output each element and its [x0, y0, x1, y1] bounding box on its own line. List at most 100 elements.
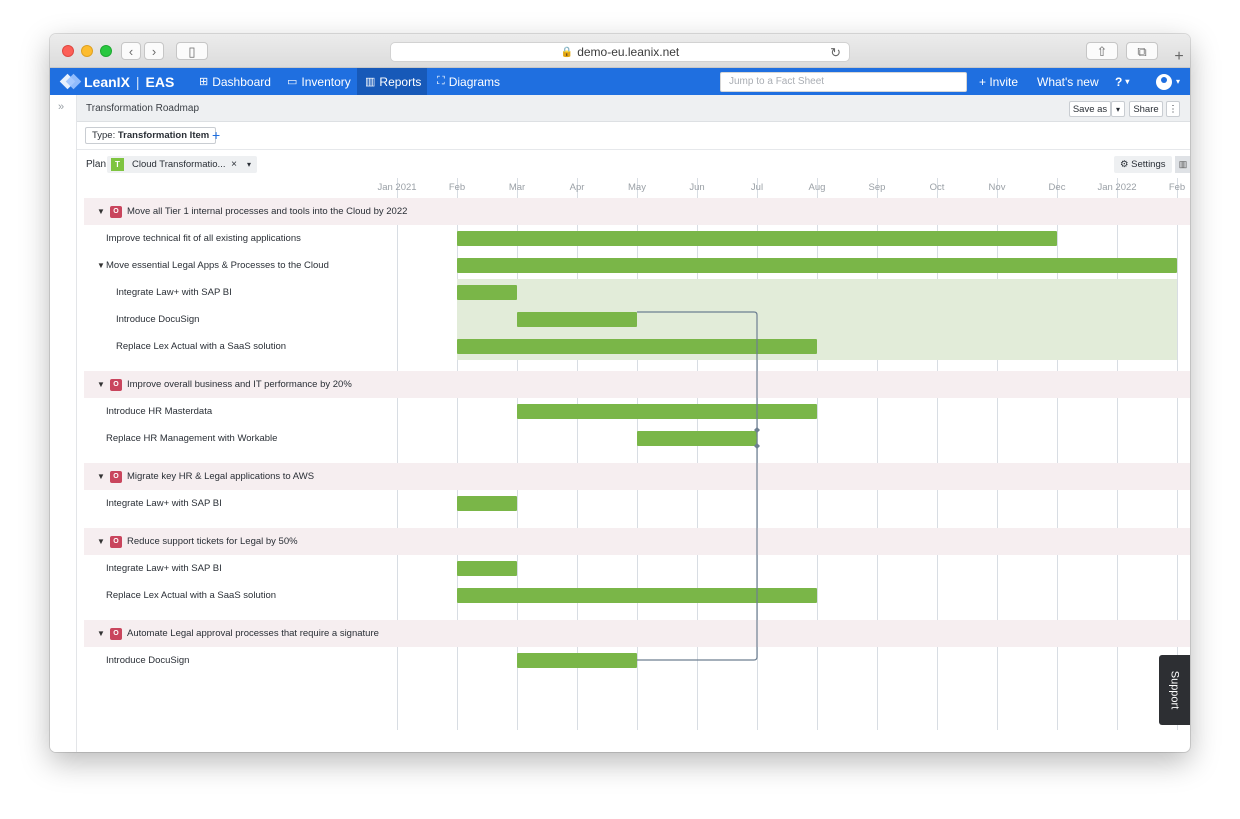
- chart-view-icon[interactable]: ▥: [1175, 156, 1190, 173]
- objective-row[interactable]: ▼ O Migrate key HR & Legal applications to…: [84, 463, 1190, 490]
- clear-plan-icon[interactable]: ×: [231, 156, 237, 173]
- objective-row[interactable]: ▼ O Automate Legal approval processes that…: [84, 620, 1190, 647]
- zoom-window-button[interactable]: [100, 45, 112, 57]
- objective-row[interactable]: ▼ O Improve overall business and IT perfor…: [84, 371, 1190, 398]
- objective-label[interactable]: Migrate key HR & Legal applications to A…: [127, 463, 314, 490]
- item-label[interactable]: Integrate Law+ with SAP BI: [106, 555, 222, 582]
- chevron-down-icon: ▾: [1176, 77, 1181, 86]
- objective-label[interactable]: Improve overall business and IT performa…: [127, 371, 352, 398]
- objective-badge: O: [110, 536, 122, 548]
- save-as-button[interactable]: Save as: [1069, 101, 1111, 117]
- month-label: May: [628, 182, 646, 193]
- roadmap-bar[interactable]: [457, 231, 1057, 246]
- roadmap-bar[interactable]: [457, 285, 517, 300]
- item-label[interactable]: Introduce DocuSign: [106, 647, 189, 674]
- month-label: Jan 2021: [377, 182, 417, 193]
- roadmap-gantt: Jan 2021 Feb Mar Apr May Jun Jul Aug Sep Oct Nov De…: [84, 178, 1190, 730]
- nav-diagrams[interactable]: ⛶ Diagrams: [429, 68, 508, 95]
- objective-badge: O: [110, 379, 122, 391]
- nav-reports[interactable]: ▥ Reports: [357, 68, 427, 95]
- item-label[interactable]: Introduce HR Masterdata: [106, 398, 212, 425]
- page-title: Transformation Roadmap: [86, 103, 200, 114]
- more-options-icon[interactable]: ⋮: [1166, 101, 1180, 117]
- item-label[interactable]: Improve technical fit of all existing ap…: [106, 225, 301, 252]
- jump-to-factsheet-input[interactable]: Jump to a Fact Sheet: [720, 72, 967, 92]
- report-header: Transformation Roadmap Save as ▾ Share ⋮: [77, 95, 1190, 122]
- expand-sidebar-icon[interactable]: »: [58, 101, 64, 113]
- item-label[interactable]: Replace Lex Actual with a SaaS solution: [116, 333, 286, 360]
- sidebar-toggle-icon[interactable]: ▯: [176, 42, 208, 60]
- collapse-chevron-icon[interactable]: ▼: [97, 371, 105, 398]
- nav-inventory[interactable]: ▭ Inventory: [279, 68, 359, 95]
- roadmap-bar[interactable]: [637, 431, 757, 446]
- tabs-overview-icon[interactable]: ⧉: [1126, 42, 1158, 60]
- new-tab-icon[interactable]: +: [1168, 46, 1190, 68]
- grid-icon: ⊞: [199, 76, 209, 88]
- roadmap-bar[interactable]: [517, 653, 637, 668]
- save-options-chevron-icon[interactable]: ▾: [1111, 101, 1125, 117]
- app-navbar: LeanIX | EAS ⊞ Dashboard ▭ Inventory ▥ R…: [50, 68, 1190, 95]
- month-label: Jan 2022: [1097, 182, 1137, 193]
- collapse-chevron-icon[interactable]: ▼: [97, 198, 105, 225]
- item-label[interactable]: Introduce DocuSign: [116, 306, 199, 333]
- plan-value: Cloud Transformatio...: [132, 159, 226, 170]
- collapse-chevron-icon[interactable]: ▼: [97, 252, 105, 279]
- product-name: EAS: [145, 73, 175, 90]
- gear-icon: ⚙: [1120, 159, 1129, 170]
- roadmap-bar[interactable]: [457, 561, 517, 576]
- objective-label[interactable]: Reduce support tickets for Legal by 50%: [127, 528, 298, 555]
- objective-label[interactable]: Move all Tier 1 internal processes and t…: [127, 198, 407, 225]
- roadmap-bar[interactable]: [457, 339, 817, 354]
- transformation-item-row[interactable]: Integrate Law+ with SAP BI: [84, 555, 1190, 582]
- month-label: Apr: [569, 182, 585, 193]
- transformation-item-row[interactable]: Introduce DocuSign: [84, 647, 1190, 674]
- month-label: Sep: [868, 182, 886, 193]
- share-button[interactable]: Share: [1129, 101, 1163, 117]
- item-label[interactable]: Integrate Law+ with SAP BI: [116, 279, 232, 306]
- nav-dashboard[interactable]: ⊞ Dashboard: [191, 68, 279, 95]
- transformation-item-row[interactable]: Integrate Law+ with SAP BI: [84, 490, 1190, 517]
- collapse-chevron-icon[interactable]: ▼: [97, 528, 105, 555]
- leanix-logo-icon: [60, 73, 78, 91]
- objective-badge: O: [110, 628, 122, 640]
- item-label[interactable]: Replace HR Management with Workable: [106, 425, 277, 452]
- roadmap-bar[interactable]: [457, 496, 517, 511]
- avatar: [1156, 73, 1172, 90]
- diagrams-icon: ⛶: [437, 75, 445, 87]
- support-tab[interactable]: Support: [1159, 655, 1190, 725]
- item-label[interactable]: Replace Lex Actual with a SaaS solution: [106, 582, 276, 609]
- plan-selector[interactable]: T Cloud Transformatio... × ▾: [107, 156, 257, 173]
- chevron-down-icon[interactable]: ▾: [247, 156, 251, 173]
- invite-button[interactable]: + Invite: [979, 68, 1018, 95]
- objective-row[interactable]: ▼ O Move all Tier 1 internal processes and…: [84, 198, 1190, 225]
- help-icon[interactable]: ? ▾: [1115, 68, 1129, 95]
- minimize-window-button[interactable]: [81, 45, 93, 57]
- brand-name: LeanIX: [84, 73, 130, 90]
- whats-new-link[interactable]: What's new: [1037, 68, 1099, 95]
- month-label: Jun: [689, 182, 705, 193]
- share-icon[interactable]: ⇧: [1086, 42, 1118, 60]
- roadmap-bar[interactable]: [457, 588, 817, 603]
- objective-badge: O: [110, 206, 122, 218]
- collapse-chevron-icon[interactable]: ▼: [97, 620, 105, 647]
- collapse-chevron-icon[interactable]: ▼: [97, 463, 105, 490]
- roadmap-bar[interactable]: [457, 258, 1177, 273]
- type-filter-chip[interactable]: Type: Transformation Item: [85, 127, 217, 144]
- objective-label[interactable]: Automate Legal approval processes that r…: [127, 620, 379, 647]
- address-bar[interactable]: 🔒 demo-eu.leanix.net ↻: [390, 42, 850, 62]
- objective-row[interactable]: ▼ O Reduce support tickets for Legal by 50…: [84, 528, 1190, 555]
- reload-icon[interactable]: ↻: [830, 45, 841, 61]
- roadmap-bar[interactable]: [517, 312, 637, 327]
- item-label[interactable]: Move essential Legal Apps & Processes to…: [106, 252, 329, 279]
- add-filter-icon[interactable]: +: [212, 127, 220, 143]
- month-label: Nov: [988, 182, 1006, 193]
- back-icon[interactable]: ‹: [121, 42, 141, 60]
- close-window-button[interactable]: [62, 45, 74, 57]
- forward-icon[interactable]: ›: [144, 42, 164, 60]
- settings-button[interactable]: ⚙ Settings: [1114, 156, 1172, 173]
- roadmap-bar[interactable]: [517, 404, 817, 419]
- month-label: Mar: [508, 182, 526, 193]
- item-label[interactable]: Integrate Law+ with SAP BI: [106, 490, 222, 517]
- user-menu[interactable]: ▾: [1156, 68, 1180, 95]
- brand-logo[interactable]: LeanIX | EAS: [60, 68, 174, 95]
